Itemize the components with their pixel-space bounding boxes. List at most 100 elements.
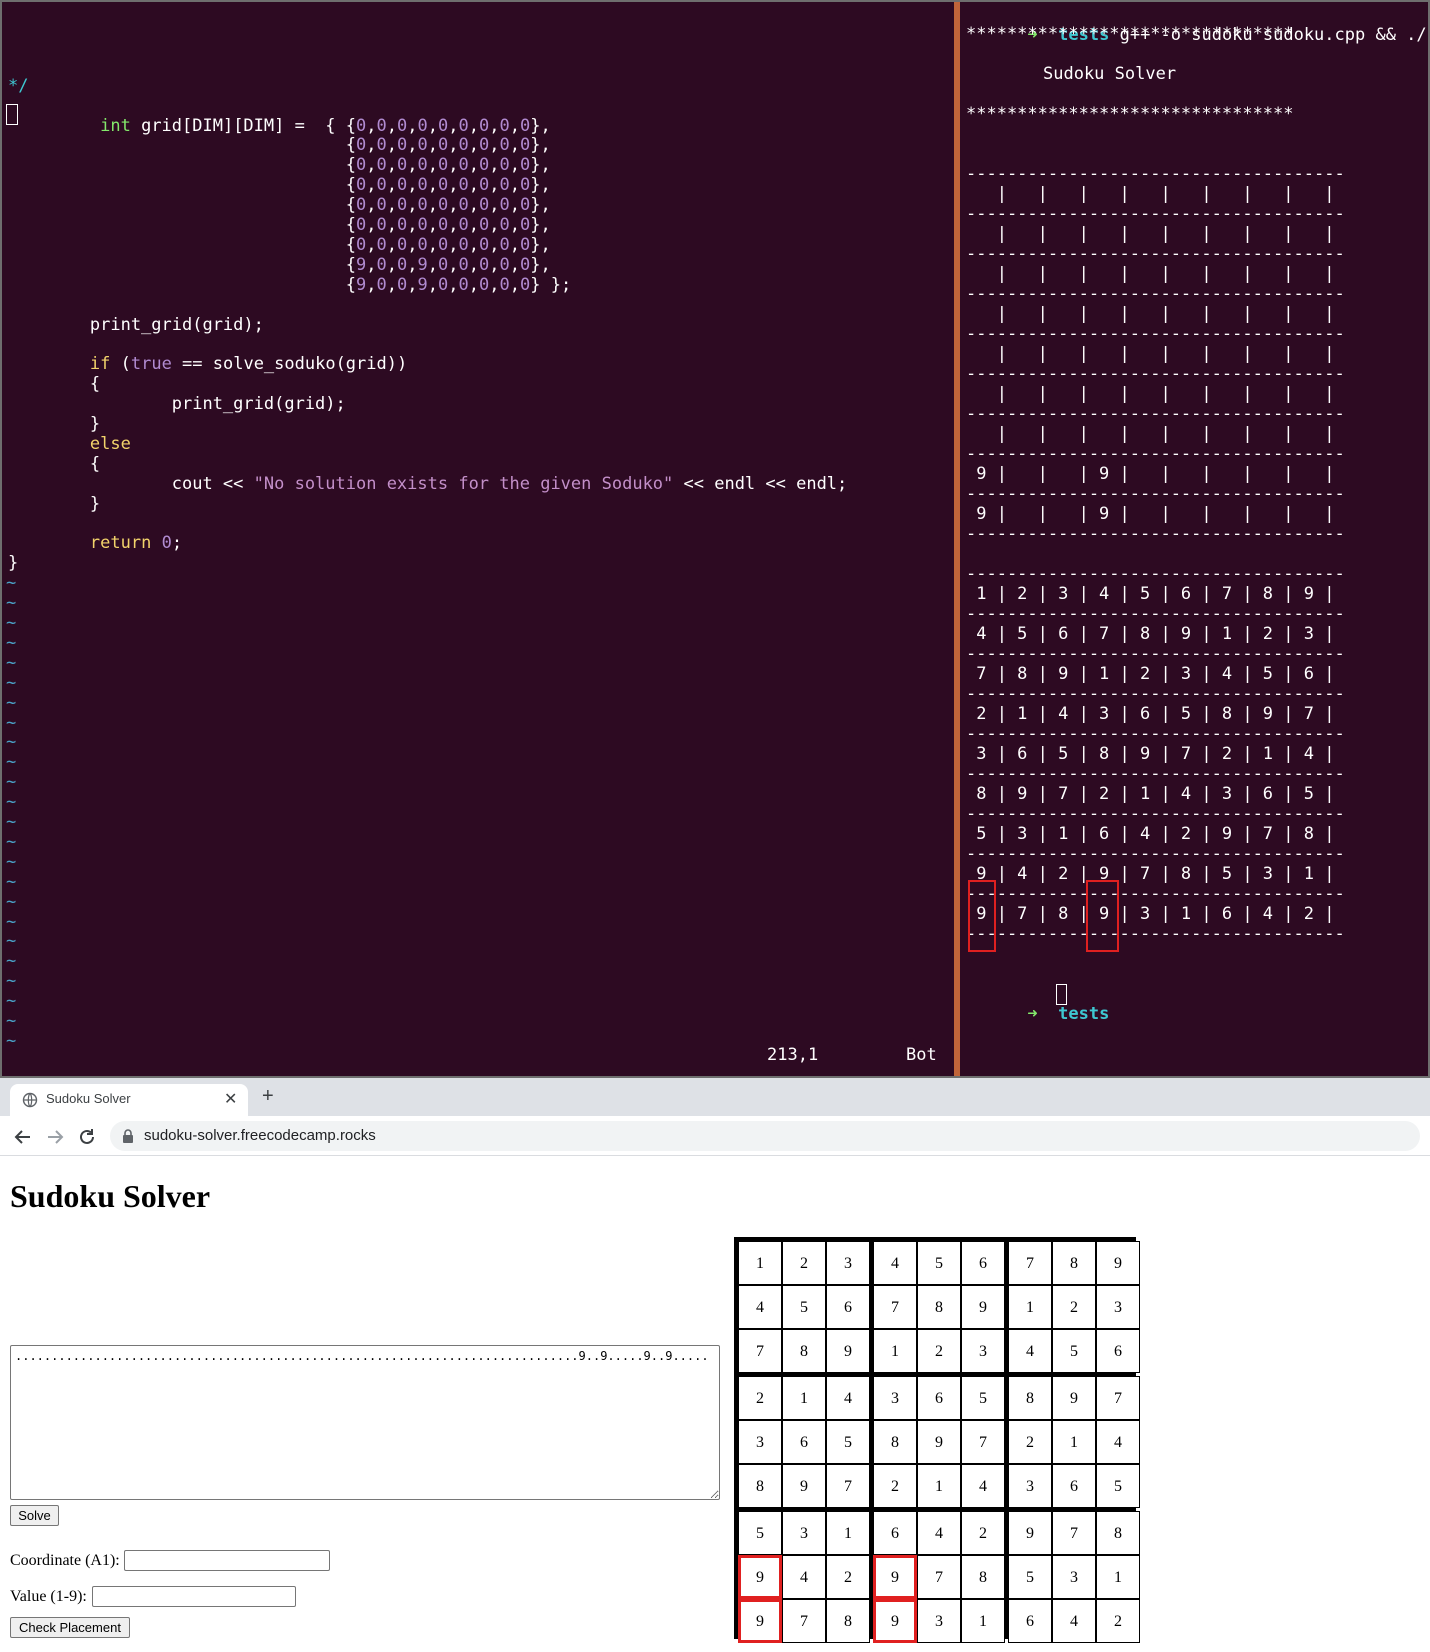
new-tab-button[interactable]: + — [262, 1086, 274, 1106]
sudoku-cell[interactable]: 1 — [738, 1241, 782, 1285]
sudoku-cell[interactable]: 3 — [1052, 1555, 1096, 1599]
sudoku-cell[interactable]: 6 — [826, 1285, 870, 1329]
sudoku-cell[interactable]: 3 — [873, 1376, 917, 1420]
sudoku-cell[interactable]: 2 — [826, 1555, 870, 1599]
sudoku-cell[interactable]: 9 — [873, 1599, 917, 1643]
sudoku-cell[interactable]: 8 — [1008, 1376, 1052, 1420]
sudoku-cell[interactable]: 4 — [1052, 1599, 1096, 1643]
value-input[interactable] — [92, 1586, 296, 1607]
sudoku-cell[interactable]: 6 — [1096, 1329, 1140, 1373]
sudoku-cell[interactable]: 1 — [1008, 1285, 1052, 1329]
sudoku-cell[interactable]: 3 — [738, 1420, 782, 1464]
solve-button[interactable]: Solve — [10, 1505, 59, 1526]
sudoku-cell[interactable]: 4 — [826, 1376, 870, 1420]
sudoku-cell[interactable]: 7 — [1052, 1511, 1096, 1555]
sudoku-cell[interactable]: 8 — [738, 1464, 782, 1508]
sudoku-cell[interactable]: 3 — [961, 1329, 1005, 1373]
tab-sudoku-solver[interactable]: Sudoku Solver ✕ — [10, 1084, 248, 1116]
stars-top: ******************************** — [966, 24, 1294, 44]
sudoku-cell[interactable]: 4 — [917, 1511, 961, 1555]
sudoku-cell[interactable]: 2 — [1008, 1420, 1052, 1464]
sudoku-cell[interactable]: 4 — [873, 1241, 917, 1285]
sudoku-cell[interactable]: 1 — [1052, 1420, 1096, 1464]
sudoku-cell[interactable]: 6 — [873, 1511, 917, 1555]
shell-pane[interactable]: ➜ tests g++ -o sudoku sudoku.cpp && ./su… — [960, 2, 1428, 1076]
sudoku-cell[interactable]: 5 — [782, 1285, 826, 1329]
vim-pane[interactable]: */ int grid[DIM][DIM] = { {0,0,0,0,0,0,0… — [4, 2, 954, 1076]
sudoku-cell[interactable]: 5 — [826, 1420, 870, 1464]
grid-separator: ------------------------------------- — [966, 324, 1345, 344]
sudoku-cell[interactable]: 7 — [738, 1329, 782, 1373]
sudoku-cell[interactable]: 6 — [961, 1241, 1005, 1285]
sudoku-cell[interactable]: 9 — [917, 1420, 961, 1464]
sudoku-cell[interactable]: 4 — [782, 1555, 826, 1599]
sudoku-cell[interactable]: 6 — [1008, 1599, 1052, 1643]
sudoku-cell[interactable]: 2 — [961, 1511, 1005, 1555]
sudoku-cell[interactable]: 7 — [873, 1285, 917, 1329]
sudoku-cell[interactable]: 1 — [961, 1599, 1005, 1643]
sudoku-cell[interactable]: 5 — [1096, 1464, 1140, 1508]
sudoku-cell[interactable]: 2 — [738, 1376, 782, 1420]
sudoku-cell[interactable]: 1 — [917, 1464, 961, 1508]
sudoku-cell[interactable]: 8 — [961, 1555, 1005, 1599]
sudoku-cell[interactable]: 1 — [873, 1329, 917, 1373]
sudoku-cell[interactable]: 8 — [826, 1599, 870, 1643]
sudoku-cell[interactable]: 4 — [961, 1464, 1005, 1508]
sudoku-cell[interactable]: 9 — [738, 1599, 782, 1643]
sudoku-cell[interactable]: 6 — [1052, 1464, 1096, 1508]
sudoku-cell[interactable]: 2 — [873, 1464, 917, 1508]
sudoku-cell[interactable]: 6 — [782, 1420, 826, 1464]
address-bar[interactable]: sudoku-solver.freecodecamp.rocks — [110, 1121, 1420, 1151]
tab-close-icon[interactable]: ✕ — [224, 1089, 237, 1109]
sudoku-cell[interactable]: 1 — [782, 1376, 826, 1420]
sudoku-cell[interactable]: 3 — [1008, 1464, 1052, 1508]
sudoku-cell[interactable]: 9 — [782, 1464, 826, 1508]
sudoku-cell[interactable]: 3 — [826, 1241, 870, 1285]
sudoku-cell[interactable]: 8 — [782, 1329, 826, 1373]
sudoku-cell[interactable]: 7 — [1096, 1376, 1140, 1420]
forward-arrow-icon[interactable] — [44, 1126, 66, 1148]
sudoku-cell[interactable]: 2 — [1052, 1285, 1096, 1329]
sudoku-cell[interactable]: 9 — [1096, 1241, 1140, 1285]
sudoku-cell[interactable]: 7 — [782, 1599, 826, 1643]
sudoku-cell[interactable]: 5 — [1008, 1555, 1052, 1599]
sudoku-cell[interactable]: 9 — [738, 1555, 782, 1599]
back-arrow-icon[interactable] — [12, 1126, 34, 1148]
code-token: } — [8, 553, 19, 574]
reload-icon[interactable] — [76, 1126, 98, 1148]
sudoku-cell[interactable]: 8 — [873, 1420, 917, 1464]
sudoku-cell[interactable]: 7 — [826, 1464, 870, 1508]
sudoku-cell[interactable]: 9 — [1052, 1376, 1096, 1420]
sudoku-cell[interactable]: 5 — [1052, 1329, 1096, 1373]
sudoku-cell[interactable]: 3 — [917, 1599, 961, 1643]
lock-icon[interactable] — [122, 1129, 134, 1143]
sudoku-cell[interactable]: 9 — [961, 1285, 1005, 1329]
sudoku-cell[interactable]: 5 — [961, 1376, 1005, 1420]
sudoku-cell[interactable]: 4 — [1096, 1420, 1140, 1464]
sudoku-cell[interactable]: 8 — [1052, 1241, 1096, 1285]
check-placement-button[interactable]: Check Placement — [10, 1617, 130, 1638]
sudoku-cell[interactable]: 8 — [917, 1285, 961, 1329]
sudoku-cell[interactable]: 2 — [1096, 1599, 1140, 1643]
sudoku-cell[interactable]: 1 — [1096, 1555, 1140, 1599]
sudoku-cell[interactable]: 9 — [826, 1329, 870, 1373]
sudoku-cell[interactable]: 1 — [826, 1511, 870, 1555]
sudoku-cell[interactable]: 7 — [961, 1420, 1005, 1464]
sudoku-cell[interactable]: 8 — [1096, 1511, 1140, 1555]
coordinate-input[interactable] — [124, 1550, 330, 1571]
code-token: , — [366, 135, 377, 156]
sudoku-cell[interactable]: 2 — [782, 1241, 826, 1285]
sudoku-cell[interactable]: 2 — [917, 1329, 961, 1373]
sudoku-cell[interactable]: 9 — [873, 1555, 917, 1599]
sudoku-cell[interactable]: 7 — [917, 1555, 961, 1599]
sudoku-cell[interactable]: 4 — [1008, 1329, 1052, 1373]
sudoku-cell[interactable]: 4 — [738, 1285, 782, 1329]
sudoku-cell[interactable]: 5 — [917, 1241, 961, 1285]
sudoku-cell[interactable]: 3 — [782, 1511, 826, 1555]
puzzle-input[interactable] — [10, 1345, 720, 1500]
sudoku-cell[interactable]: 3 — [1096, 1285, 1140, 1329]
sudoku-cell[interactable]: 7 — [1008, 1241, 1052, 1285]
sudoku-cell[interactable]: 9 — [1008, 1511, 1052, 1555]
sudoku-cell[interactable]: 6 — [917, 1376, 961, 1420]
sudoku-cell[interactable]: 5 — [738, 1511, 782, 1555]
